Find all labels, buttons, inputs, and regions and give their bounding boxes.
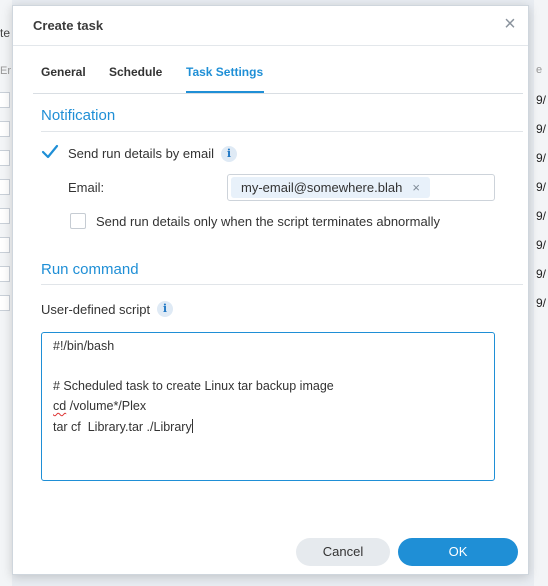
active-tab-underline [186, 91, 264, 93]
bg-row-checkbox [0, 150, 10, 166]
bg-row-date: 9/ [536, 267, 547, 281]
run-command-heading: Run command [41, 261, 139, 278]
background-app-left: te Er [0, 0, 12, 586]
script-line: #!/bin/bash [53, 339, 115, 353]
script-line [53, 359, 483, 379]
email-field[interactable]: my-email@somewhere.blah × [227, 174, 495, 201]
ok-button[interactable]: OK [398, 538, 518, 566]
script-label: User-defined script [41, 302, 151, 317]
bg-row-checkbox [0, 237, 10, 253]
bg-row-date: 9/ [536, 238, 547, 252]
bg-row-checkbox [0, 92, 10, 108]
info-icon[interactable]: i [157, 301, 173, 317]
script-line-text: tar cf Library.tar ./Library [53, 420, 192, 434]
bg-column-fragment: e [536, 64, 543, 76]
bg-row-checkbox [0, 295, 10, 311]
script-line: # Scheduled task to create Linux tar bac… [53, 379, 334, 393]
background-app-right: e 9/ 9/ 9/ 9/ 9/ 9/ 9/ 9/ [534, 0, 548, 586]
check-icon [41, 144, 59, 159]
create-task-dialog: Create task × General Schedule Task Sett… [12, 5, 529, 575]
section-divider [41, 131, 523, 132]
bg-row-date: 9/ [536, 209, 547, 223]
dialog-title: Create task [33, 18, 104, 33]
bg-row-date: 9/ [536, 180, 547, 194]
close-icon[interactable]: × [500, 13, 520, 35]
notification-heading: Notification [41, 107, 116, 124]
bg-row-date: 9/ [536, 93, 547, 107]
dialog-footer: Cancel OK [13, 524, 528, 574]
info-icon[interactable]: i [221, 146, 237, 162]
bg-header-fragment: te [0, 26, 11, 40]
script-line: cd /volume*/Plex [53, 399, 483, 419]
bg-row-date: 9/ [536, 296, 547, 310]
cancel-button[interactable]: Cancel [296, 538, 390, 566]
spellcheck-word: cd [53, 399, 67, 413]
script-line: tar cf Library.tar ./Library [53, 419, 483, 439]
tab-schedule[interactable]: Schedule [109, 65, 162, 79]
bg-row-checkbox [0, 266, 10, 282]
send-details-checkbox[interactable] [41, 144, 59, 161]
tab-general[interactable]: General [41, 65, 86, 79]
script-line-rest: /volume*/Plex [66, 399, 147, 413]
abnormal-only-label[interactable]: Send run details only when the script te… [96, 214, 440, 229]
tab-task-settings[interactable]: Task Settings [186, 65, 263, 79]
section-divider [41, 284, 523, 285]
abnormal-only-checkbox[interactable] [70, 213, 86, 229]
text-caret [191, 419, 193, 433]
bg-row-date: 9/ [536, 151, 547, 165]
tab-bar: General Schedule Task Settings [33, 64, 523, 94]
script-textarea[interactable]: #!/bin/bash # Scheduled task to create L… [41, 332, 495, 481]
email-chip: my-email@somewhere.blah × [231, 177, 430, 198]
bg-row-checkbox [0, 121, 10, 137]
bg-row-date: 9/ [536, 122, 547, 136]
email-chip-text: my-email@somewhere.blah [241, 180, 403, 195]
bg-row-checkbox [0, 208, 10, 224]
remove-icon[interactable]: × [412, 180, 420, 195]
bg-column-fragment: Er [0, 65, 11, 77]
email-label: Email: [68, 180, 105, 195]
dialog-header: Create task × [13, 6, 528, 46]
send-details-label[interactable]: Send run details by email [68, 146, 214, 161]
bg-row-checkbox [0, 179, 10, 195]
